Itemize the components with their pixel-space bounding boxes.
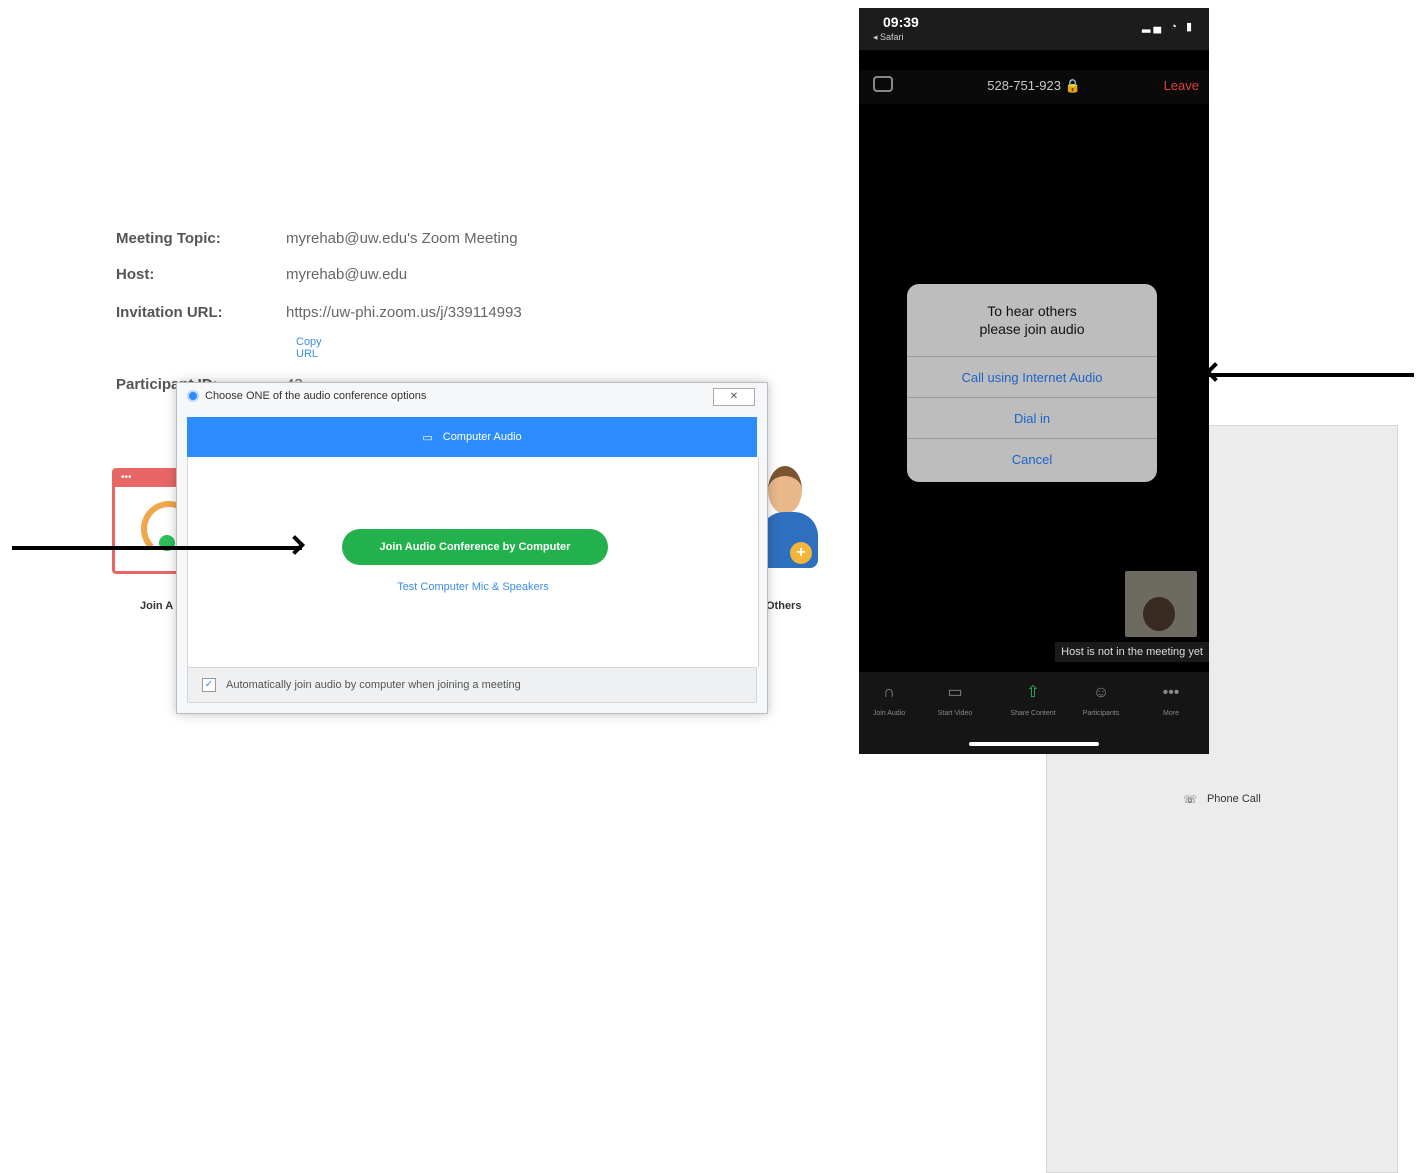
share-upload-icon: ⇧ bbox=[1026, 684, 1040, 701]
sheet-title-line1: To hear others bbox=[987, 303, 1077, 319]
dial-in-option[interactable]: Dial in bbox=[907, 397, 1157, 438]
copy-url-link[interactable]: Copy URL bbox=[296, 336, 322, 360]
back-to-safari-link[interactable]: ◂ Safari bbox=[873, 32, 904, 43]
chat-bubble-icon: ☺ bbox=[1092, 684, 1110, 701]
invite-others-tile[interactable]: + bbox=[760, 460, 820, 580]
call-internet-audio-option[interactable]: Call using Internet Audio bbox=[907, 356, 1157, 397]
toolbar-more-label: More bbox=[1163, 710, 1179, 717]
signal-wifi-battery-icon: ▂▄ ◔ ▮ bbox=[1141, 21, 1195, 33]
invite-others-label: Others bbox=[766, 600, 802, 612]
video-camera-icon: ▭ bbox=[947, 684, 963, 701]
toolbar-more[interactable]: ••• More bbox=[1141, 684, 1201, 717]
toolbar-join-audio[interactable]: ∩ Join Audio bbox=[859, 684, 919, 717]
cancel-option[interactable]: Cancel bbox=[907, 438, 1157, 479]
join-audio-by-computer-button[interactable]: Join Audio Conference by Computer bbox=[342, 529, 608, 565]
join-audio-label: Join A bbox=[140, 600, 174, 612]
meeting-topic-label: Meeting Topic: bbox=[116, 230, 221, 247]
toolbar-share-content[interactable]: ⇧ Share Content bbox=[1003, 684, 1063, 717]
join-audio-sheet-title: To hear others please join audio bbox=[907, 284, 1157, 356]
meeting-id: 528-751-923 🔒 bbox=[987, 78, 1081, 93]
arrow-right-icon bbox=[12, 546, 302, 550]
toolbar-participants[interactable]: ☺ Participants bbox=[1071, 684, 1131, 717]
self-video-thumbnail[interactable] bbox=[1125, 571, 1197, 637]
meeting-topic-value: myrehab@uw.edu's Zoom Meeting bbox=[286, 230, 518, 247]
tab-computer-audio[interactable]: ▭ Computer Audio bbox=[187, 417, 757, 457]
test-mic-speakers-link[interactable]: Test Computer Mic & Speakers bbox=[188, 581, 758, 593]
host-status-message: Host is not in the meeting yet bbox=[1055, 642, 1209, 662]
dialog-title: Choose ONE of the audio conference optio… bbox=[187, 390, 426, 402]
phone-screen: 09:39 ◂ Safari ▂▄ ◔ ▮ 528-751-923 🔒 Leav… bbox=[859, 8, 1209, 754]
sheet-title-line2: please join audio bbox=[979, 321, 1085, 337]
join-audio-sheet: To hear others please join audio Call us… bbox=[907, 284, 1157, 482]
host-value: myrehab@uw.edu bbox=[286, 266, 408, 283]
toolbar-start-video-label: Start Video bbox=[937, 710, 973, 717]
participant-face bbox=[1143, 597, 1175, 631]
laptop-icon: ▭ bbox=[422, 431, 433, 444]
toolbar-participants-label: Participants bbox=[1082, 710, 1120, 717]
close-button[interactable]: ✕ bbox=[713, 388, 755, 406]
dialog-body: Join Audio Conference by Computer Test C… bbox=[187, 457, 759, 667]
toolbar-start-video[interactable]: ▭ Start Video bbox=[925, 684, 985, 717]
host-label: Host: bbox=[116, 266, 155, 283]
invitation-url-label: Invitation URL: bbox=[116, 304, 223, 321]
auto-join-checkbox[interactable]: ✓ bbox=[202, 678, 216, 692]
leave-button[interactable]: Leave bbox=[1164, 78, 1199, 93]
tab-computer-audio-label: Computer Audio bbox=[442, 431, 522, 443]
meeting-toolbar: ∩ Join Audio ▭ Start Video ⇧ Share Conte… bbox=[859, 672, 1209, 754]
headphones-icon: ∩ bbox=[883, 684, 895, 701]
phone-icon: ☏ bbox=[1183, 793, 1197, 806]
dialog-title-text: Choose ONE of the audio conference optio… bbox=[205, 390, 427, 402]
toolbar-join-audio-label: Join Audio bbox=[872, 710, 906, 717]
zoom-logo-icon bbox=[187, 390, 199, 402]
status-bar: 09:39 ◂ Safari ▂▄ ◔ ▮ bbox=[859, 8, 1209, 50]
arrow-left-icon bbox=[1208, 373, 1414, 377]
audio-tabs: ☏ Phone Call ▭ Computer Audio bbox=[187, 417, 1398, 1173]
dialog-footer: ✓ Automatically join audio by computer w… bbox=[187, 667, 757, 703]
person-head-icon bbox=[768, 466, 802, 514]
plus-icon: + bbox=[790, 542, 812, 564]
auto-join-label: Automatically join audio by computer whe… bbox=[226, 679, 521, 691]
home-indicator bbox=[969, 742, 1099, 746]
invitation-url-value[interactable]: https://uw-phi.zoom.us/j/339114993 bbox=[286, 304, 522, 321]
more-dots-icon: ••• bbox=[1162, 684, 1180, 701]
clock: 09:39 bbox=[883, 14, 919, 30]
toolbar-share-content-label: Share Content bbox=[1010, 710, 1056, 717]
meeting-top-bar: 528-751-923 🔒 Leave bbox=[859, 70, 1209, 104]
tab-phone-call-label: Phone Call bbox=[1206, 793, 1261, 805]
